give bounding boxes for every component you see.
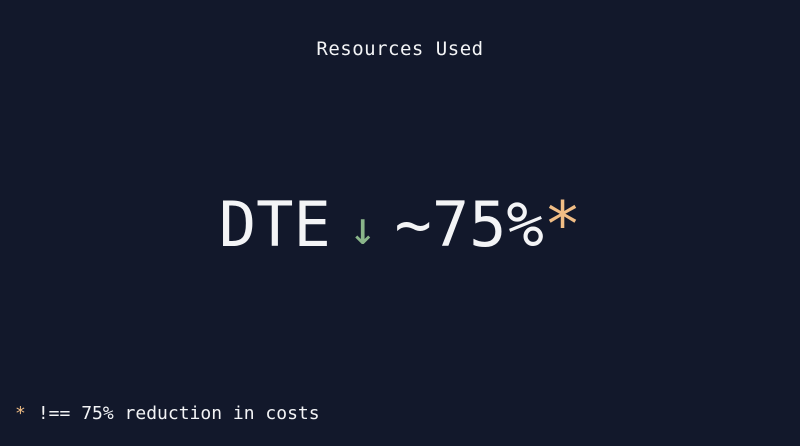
headline-subject: DTE bbox=[218, 188, 331, 261]
headline-value: ~75% bbox=[394, 188, 544, 261]
slide: Resources Used DTE ↓ ~75%* * !== 75% reduct… bbox=[0, 0, 800, 446]
footnote-text: !== 75% reduction in costs bbox=[37, 403, 320, 424]
slide-title: Resources Used bbox=[316, 38, 484, 60]
headline-asterisk: * bbox=[543, 188, 582, 261]
headline: DTE ↓ ~75%* bbox=[0, 188, 800, 265]
footnote: * !== 75% reduction in costs bbox=[15, 403, 320, 424]
footnote-asterisk: * bbox=[15, 403, 26, 424]
down-arrow-icon: ↓ bbox=[348, 201, 377, 255]
